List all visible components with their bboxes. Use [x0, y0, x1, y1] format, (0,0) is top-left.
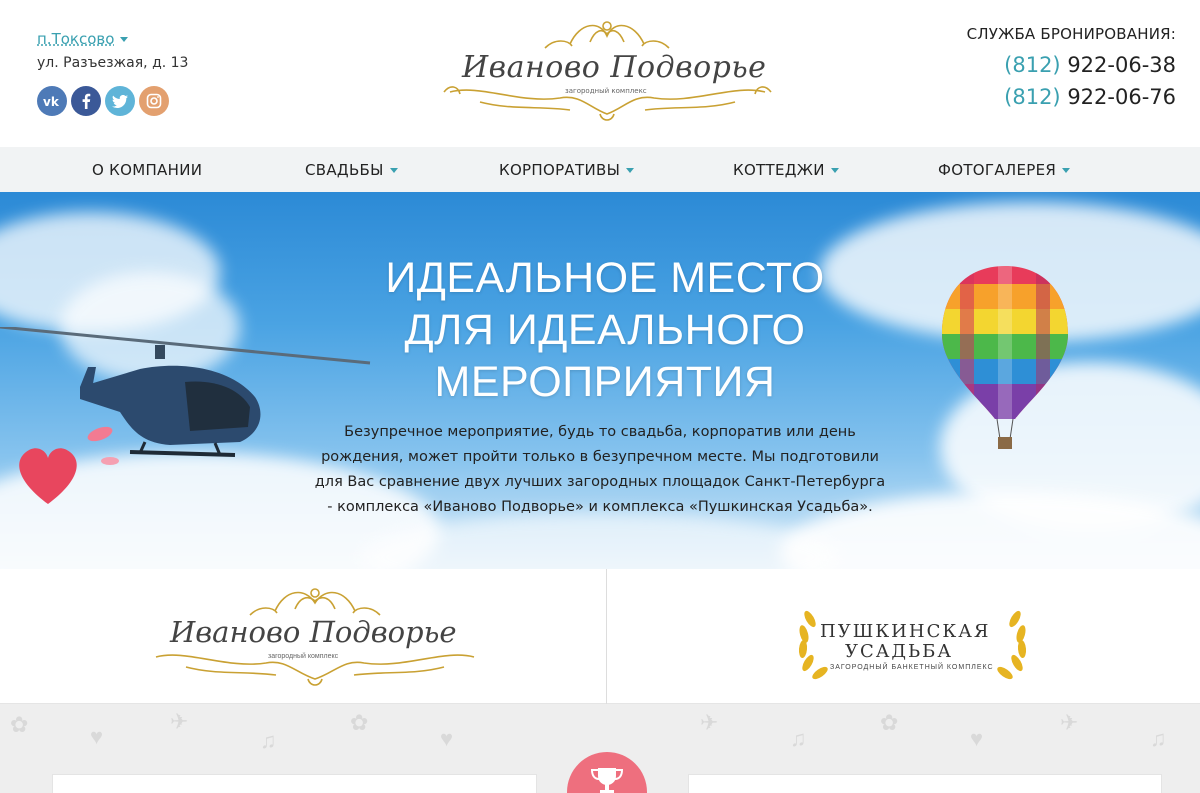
header: п.Токсово ул. Разъезжая, д. 13 vk Иванов…	[0, 0, 1200, 147]
pattern-icon: ♥	[970, 726, 984, 751]
venue-logos: Иваново Подворье загородный комплекс ПУШ…	[0, 569, 1200, 704]
pattern-icon: ♥	[440, 726, 454, 751]
hero-description: Безупречное мероприятие, будь то свадьба…	[314, 424, 886, 515]
facebook-icon[interactable]	[71, 86, 101, 116]
svg-text:vk: vk	[43, 95, 60, 107]
pattern-icon: ♫	[790, 726, 807, 751]
chevron-down-icon	[1062, 168, 1071, 173]
nav-item-company[interactable]: О КОМПАНИИ	[92, 161, 202, 179]
instagram-icon[interactable]	[139, 86, 169, 116]
heart-image	[19, 448, 77, 504]
petal-image	[87, 426, 113, 442]
nav-item-gallery[interactable]: ФОТОГАЛЕРЕЯ	[938, 161, 1071, 179]
comparison-card-left	[52, 774, 537, 793]
city-selector[interactable]: п.Токсово	[37, 30, 129, 48]
chevron-down-icon[interactable]	[120, 37, 129, 42]
pattern-icon: ✈	[1060, 710, 1079, 735]
trophy-badge	[567, 752, 647, 793]
pushkinskaya-title-1: ПУШКИНСКАЯ	[820, 621, 991, 642]
vk-icon[interactable]: vk	[37, 86, 67, 116]
pushkinskaya-subtitle: ЗАГОРОДНЫЙ БАНКЕТНЫЙ КОМПЛЕКС	[830, 664, 994, 671]
logo-subtitle: загородный комплекс	[565, 87, 647, 95]
divider	[606, 569, 607, 704]
ivanovo-podvorie-logo[interactable]: Иваново Подворье загородный комплекс	[150, 583, 480, 693]
twitter-icon[interactable]	[105, 86, 135, 116]
pattern-icon: ✈	[700, 710, 719, 735]
pattern-icon: ✿	[350, 710, 369, 735]
main-nav: О КОМПАНИИ СВАДЬБЫ КОРПОРАТИВЫ КОТТЕДЖИ …	[0, 147, 1200, 192]
pattern-icon: ✿	[10, 712, 29, 737]
city-label[interactable]: п.Токсово	[37, 30, 114, 48]
nav-item-corporate[interactable]: КОРПОРАТИВЫ	[499, 161, 635, 179]
hero-title: ИДЕАЛЬНОЕ МЕСТО ДЛЯ ИДЕАЛЬНОГО МЕРОПРИЯТ…	[385, 254, 825, 406]
phone-1[interactable]: (812) 922-06-38	[967, 53, 1176, 77]
pattern-icon: ♫	[1150, 726, 1167, 751]
chevron-down-icon	[626, 168, 635, 173]
phone-2[interactable]: (812) 922-06-76	[967, 85, 1176, 109]
pattern-icon: ♥	[90, 724, 104, 749]
comparison-section: ✿ ♥ ✈ ♫ ✿ ♥ ✈ ♫ ✿ ♥ ✈ ♫	[0, 704, 1200, 793]
pushkinskaya-usadba-logo[interactable]: ПУШКИНСКАЯ УСАДЬБА ЗАГОРОДНЫЙ БАНКЕТНЫЙ …	[790, 599, 1035, 684]
booking-title: СЛУЖБА БРОНИРОВАНИЯ:	[966, 25, 1176, 43]
hero-banner: ИДЕАЛЬНОЕ МЕСТО ДЛЯ ИДЕАЛЬНОГО МЕРОПРИЯТ…	[0, 192, 1200, 569]
chevron-down-icon	[389, 168, 398, 173]
social-links: vk	[37, 86, 169, 116]
nav-item-weddings[interactable]: СВАДЬБЫ	[305, 161, 398, 179]
comparison-card-right	[688, 774, 1162, 793]
pushkinskaya-title-2: УСАДЬБА	[845, 641, 954, 662]
hot-air-balloon-image	[942, 266, 1068, 449]
ivanovo-title: Иваново Подворье	[170, 615, 457, 649]
pattern-icon: ✿	[880, 710, 899, 735]
ivanovo-subtitle: загородный комплекс	[268, 653, 339, 660]
site-logo[interactable]: Иваново Подворье загородный комплекс	[440, 14, 775, 130]
nav-item-cottages[interactable]: КОТТЕДЖИ	[733, 161, 839, 179]
address: ул. Разъезжая, д. 13	[37, 55, 189, 71]
logo-title: Иваново Подворье	[462, 50, 767, 85]
trophy-icon	[590, 768, 624, 793]
chevron-down-icon	[830, 168, 839, 173]
pattern-icon: ✈	[170, 709, 189, 734]
petal-image	[101, 457, 119, 465]
pattern-icon: ♫	[260, 728, 277, 753]
booking-service: СЛУЖБА БРОНИРОВАНИЯ: (812) 922-06-38 (81…	[967, 25, 1176, 109]
